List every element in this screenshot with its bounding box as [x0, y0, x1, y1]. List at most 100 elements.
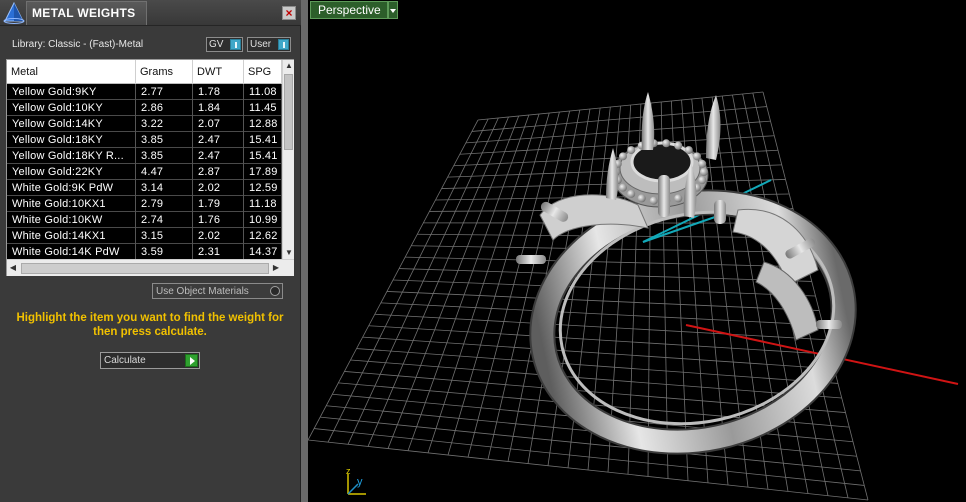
dwt-cell: 1.76 [193, 212, 244, 228]
spg-cell: 11.08 [244, 84, 282, 100]
halo-bead [698, 176, 707, 185]
metal-table[interactable]: Metal Grams DWT SPG Yellow Gold:9KY 2.77 1… [6, 59, 294, 276]
column-header-spg[interactable]: SPG [244, 60, 282, 84]
grams-cell: 2.74 [136, 212, 193, 228]
table-header: Metal Grams DWT SPG [7, 60, 282, 84]
vertical-scrollbar[interactable]: ▲ ▼ [282, 60, 294, 259]
spg-cell: 11.45 [244, 100, 282, 116]
scroll-right-icon[interactable]: ▶ [270, 262, 282, 274]
grams-cell: 3.15 [136, 228, 193, 244]
table-row[interactable]: Yellow Gold:18KY R... 3.85 2.47 15.41 [7, 148, 282, 164]
metal-cell: Yellow Gold:9KY [7, 84, 136, 100]
metal-cell: White Gold:10KX1 [7, 196, 136, 212]
column-header-dwt[interactable]: DWT [193, 60, 244, 84]
library-label: Library: Classic - (Fast)-Metal [12, 39, 144, 50]
halo-bead [662, 139, 671, 148]
grams-cell: 3.85 [136, 132, 193, 148]
table-row[interactable]: Yellow Gold:18KY 3.85 2.47 15.41 [7, 132, 282, 148]
scroll-down-icon[interactable]: ▼ [283, 247, 295, 259]
metal-cell: Yellow Gold:18KY R... [7, 148, 136, 164]
ring-model[interactable] [516, 92, 866, 469]
table-row[interactable]: Yellow Gold:22KY 4.47 2.87 17.89 [7, 164, 282, 180]
perspective-viewport[interactable]: z y Perspective [308, 0, 966, 502]
horizontal-scrollbar[interactable]: ◀ ▶ [7, 259, 294, 276]
dwt-cell: 2.87 [193, 164, 244, 180]
table-row[interactable]: White Gold:10KW 2.74 1.76 10.99 [7, 212, 282, 228]
table-row[interactable]: White Gold:14K PdW 3.59 2.31 14.37 [7, 244, 282, 259]
halo-bead [684, 146, 693, 155]
grid-line [399, 268, 812, 282]
halo-bead [674, 141, 683, 150]
dwt-cell: 1.79 [193, 196, 244, 212]
spg-cell: 12.59 [244, 180, 282, 196]
table-body: Yellow Gold:9KY 2.77 1.78 11.08 Yellow Gold:… [7, 84, 282, 259]
use-object-materials-toggle[interactable]: Use Object Materials [152, 283, 283, 299]
dwt-cell: 2.47 [193, 132, 244, 148]
axis-y-label: y [357, 476, 363, 488]
metal-cell: Yellow Gold:18KY [7, 132, 136, 148]
halo-bead [693, 152, 702, 161]
halo-bead [618, 152, 627, 161]
metal-cell: White Gold:10KW [7, 212, 136, 228]
table-row[interactable]: White Gold:10KX1 2.79 1.79 11.18 [7, 196, 282, 212]
close-icon[interactable]: × [282, 6, 296, 20]
table-row[interactable]: Yellow Gold:14KY 3.22 2.07 12.88 [7, 116, 282, 132]
dropdown-arrow-icon [278, 39, 289, 50]
calculate-button[interactable]: Calculate [100, 352, 200, 369]
spg-cell: 15.41 [244, 148, 282, 164]
grams-cell: 2.79 [136, 196, 193, 212]
radio-icon[interactable] [270, 286, 280, 296]
spg-cell: 15.41 [244, 132, 282, 148]
halo-bead [700, 168, 708, 176]
dwt-cell: 2.07 [193, 116, 244, 132]
table-row[interactable]: White Gold:9K PdW 3.14 2.02 12.59 [7, 180, 282, 196]
dwt-cell: 2.31 [193, 244, 244, 259]
dwt-cell: 2.02 [193, 180, 244, 196]
pyramid-app-icon [3, 1, 25, 24]
halo-bead [637, 194, 646, 203]
grid-line [471, 106, 767, 132]
grid-line [392, 279, 816, 297]
grams-cell: 3.59 [136, 244, 193, 259]
dwt-cell: 2.02 [193, 228, 244, 244]
axis-z-label: z [346, 466, 351, 476]
scroll-thumb[interactable] [21, 263, 269, 274]
column-header-metal[interactable]: Metal [7, 60, 136, 84]
metal-cell: Yellow Gold:22KY [7, 164, 136, 180]
scroll-up-icon[interactable]: ▲ [283, 60, 295, 72]
grams-cell: 3.14 [136, 180, 193, 196]
instruction-text: Highlight the item you want to find the … [16, 312, 284, 338]
table-row[interactable]: Yellow Gold:9KY 2.77 1.78 11.08 [7, 84, 282, 100]
halo-bead [627, 146, 636, 155]
metal-weights-panel: METAL WEIGHTS × Library: Classic - (Fast… [0, 0, 301, 502]
3d-scene[interactable]: z y [308, 0, 966, 502]
halo-bead [649, 196, 658, 205]
halo-bead [618, 183, 627, 192]
table-row[interactable]: White Gold:14KX1 3.15 2.02 12.62 [7, 228, 282, 244]
scroll-thumb[interactable] [284, 74, 293, 150]
view-menu-dropdown-icon[interactable] [388, 1, 398, 19]
calculate-label: Calculate [104, 355, 146, 366]
spg-cell: 17.89 [244, 164, 282, 180]
metal-cell: White Gold:14KX1 [7, 228, 136, 244]
spg-cell: 11.18 [244, 196, 282, 212]
scroll-left-icon[interactable]: ◀ [7, 262, 19, 274]
grams-cell: 3.85 [136, 148, 193, 164]
metal-cell: Yellow Gold:10KY [7, 100, 136, 116]
metal-cell: White Gold:9K PdW [7, 180, 136, 196]
dropdown-arrow-icon [230, 39, 241, 50]
dwt-cell: 1.78 [193, 84, 244, 100]
user-dropdown[interactable]: User [247, 37, 291, 52]
table-row[interactable]: Yellow Gold:10KY 2.86 1.84 11.45 [7, 100, 282, 116]
grams-cell: 2.77 [136, 84, 193, 100]
metal-cell: Yellow Gold:14KY [7, 116, 136, 132]
play-arrow-icon [185, 354, 198, 367]
grid-line [465, 120, 771, 144]
use-object-materials-label: Use Object Materials [156, 286, 249, 297]
halo-bead [674, 194, 683, 203]
user-dropdown-label: User [250, 39, 272, 50]
view-name-tab[interactable]: Perspective [310, 1, 388, 19]
gv-dropdown[interactable]: GV [206, 37, 243, 52]
grams-cell: 3.22 [136, 116, 193, 132]
column-header-grams[interactable]: Grams [136, 60, 193, 84]
